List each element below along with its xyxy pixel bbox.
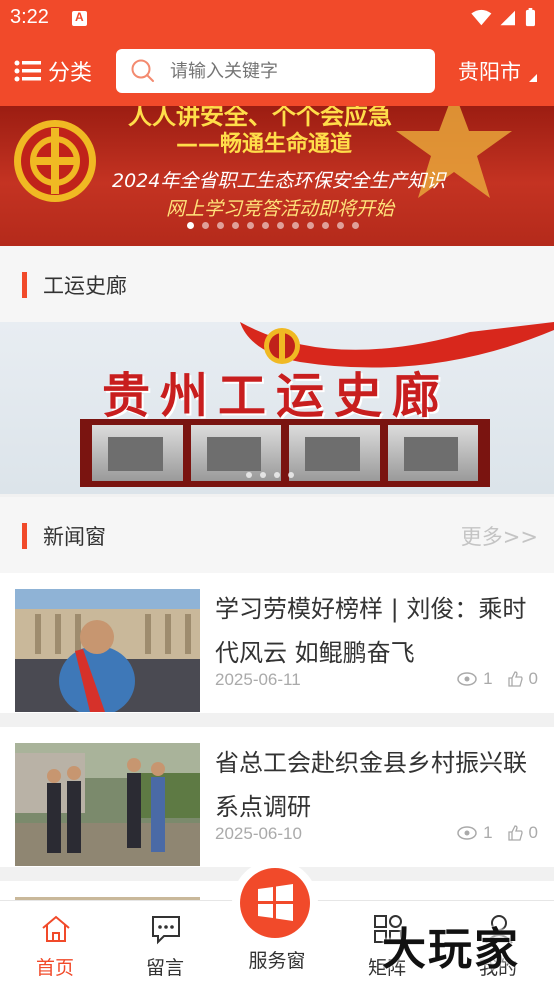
carousel-dot <box>274 472 280 478</box>
banner-text-line1: 2024年全省职工生态环保安全生产知识 <box>112 170 446 192</box>
cellular-signal-icon <box>500 10 515 26</box>
carousel-dot <box>322 222 329 229</box>
news-section-title: 新闻窗 <box>43 525 106 549</box>
app-header: 3:22 分类 贵阳市 <box>0 0 554 106</box>
wifi-icon <box>471 9 492 26</box>
like-count: 0 <box>528 669 538 688</box>
news-item[interactable]: 省总工会赴织金县乡村振兴联系点调研 2025-06-10 1 0 <box>0 727 554 867</box>
carousel-dot <box>217 222 224 229</box>
eye-icon <box>457 672 477 686</box>
banner-carousel[interactable]: 人人讲安全、个个会应急 ——畅通生命通道 2024年全省职工生态环保安全生产知识… <box>0 106 554 246</box>
carousel-indicator <box>187 222 367 229</box>
carousel-dot <box>246 472 252 478</box>
carousel-dot <box>202 222 209 229</box>
view-count: 1 <box>483 669 493 688</box>
list-menu-icon <box>14 60 41 82</box>
eye-icon <box>457 826 477 840</box>
tab-message-label: 留言 <box>145 957 184 979</box>
trade-union-emblem-icon <box>14 120 96 202</box>
carousel-dot <box>247 222 254 229</box>
news-item[interactable]: 学习劳模好榜样 | 刘俊：乘时代风云 如鲲鹏奋飞 2025-06-11 1 0 <box>0 573 554 713</box>
search-icon <box>131 59 154 82</box>
news-date: 2025-06-10 <box>215 824 302 843</box>
news-thumbnail <box>15 589 200 712</box>
battery-icon <box>525 9 535 27</box>
carousel-dot <box>307 222 314 229</box>
carousel-dot <box>187 222 194 229</box>
carousel-dot <box>260 472 266 478</box>
history-section-title: 工运史廊 <box>43 274 127 298</box>
view-count: 1 <box>483 823 493 842</box>
chat-bubble-icon <box>152 916 180 945</box>
history-photo <box>387 425 478 481</box>
news-title: 省总工会赴织金县乡村振兴联系点调研 <box>215 749 527 821</box>
category-menu-label: 分类 <box>48 61 93 86</box>
watermark-text: 大玩家 <box>382 924 520 975</box>
news-date: 2025-06-11 <box>215 670 301 689</box>
service-window-button[interactable] <box>232 860 318 946</box>
tab-home[interactable]: 首页 <box>0 901 110 985</box>
search-input[interactable] <box>170 60 410 82</box>
thumbs-up-icon[interactable] <box>507 825 523 841</box>
carousel-dot <box>288 472 294 478</box>
history-photo <box>92 425 183 481</box>
carousel-dot <box>337 222 344 229</box>
city-label: 贵阳市 <box>458 60 521 84</box>
status-time: 3:22 <box>10 6 49 28</box>
tab-service-label: 服务窗 <box>248 950 306 972</box>
app-notification-icon <box>72 10 87 26</box>
section-accent-bar <box>22 272 27 298</box>
carousel-dot <box>352 222 359 229</box>
news-title: 学习劳模好榜样 | 刘俊：乘时代风云 如鲲鹏奋飞 <box>215 595 527 667</box>
windows-logo-icon <box>258 884 293 921</box>
carousel-dot <box>277 222 284 229</box>
news-section-header: 新闻窗 更多>> <box>0 497 554 573</box>
tab-message[interactable]: 留言 <box>110 901 220 985</box>
thumbs-up-icon[interactable] <box>507 671 523 687</box>
banner-subheadline: ——畅通生命通道 <box>176 132 353 157</box>
history-banner-title: 贵州工运史廊 <box>102 368 451 424</box>
tab-home-label: 首页 <box>35 957 74 979</box>
carousel-dot <box>292 222 299 229</box>
category-menu-button[interactable]: 分类 <box>14 56 92 86</box>
status-bar: 3:22 <box>0 0 554 38</box>
news-more-link[interactable]: 更多>> <box>461 521 538 551</box>
carousel-dot <box>262 222 269 229</box>
history-gallery-banner[interactable]: 贵州工运史廊 <box>0 322 554 494</box>
like-count: 0 <box>528 823 538 842</box>
history-carousel-indicator <box>246 472 302 478</box>
news-stats: 1 0 <box>457 669 538 689</box>
system-status-icons <box>471 8 535 27</box>
history-photo <box>289 425 380 481</box>
news-stats: 1 0 <box>457 823 538 843</box>
history-section-header: 工运史廊 <box>0 246 554 322</box>
city-selector[interactable]: 贵阳市 <box>458 56 537 86</box>
caret-down-icon <box>529 74 537 82</box>
carousel-dot <box>232 222 239 229</box>
home-icon <box>42 915 70 942</box>
banner-text-line2: 网上学习竞答活动即将开始 <box>166 198 395 220</box>
news-thumbnail <box>15 743 200 866</box>
search-box[interactable] <box>116 49 435 93</box>
section-accent-bar <box>22 523 27 549</box>
